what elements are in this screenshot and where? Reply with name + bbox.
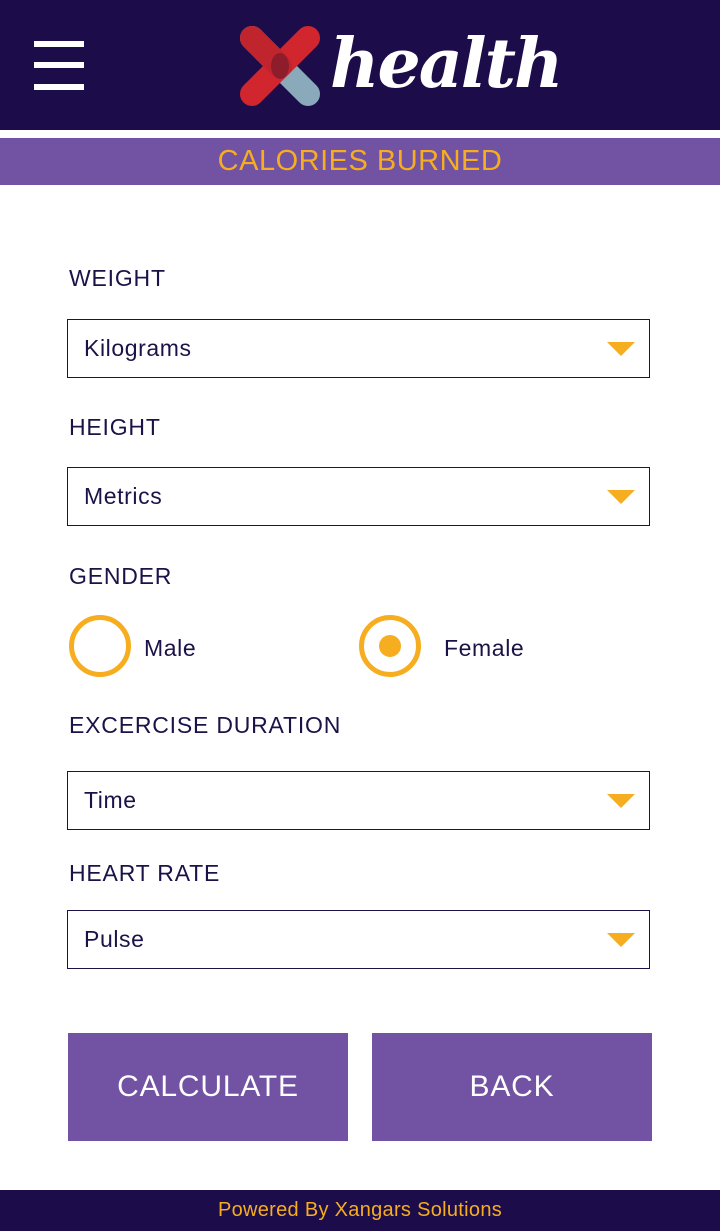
gender-radio-female[interactable]: Female [359,615,559,677]
radio-unchecked-icon [69,615,131,677]
radio-selected-dot [379,635,401,657]
footer: Powered By Xangars Solutions [0,1190,720,1231]
duration-label: EXCERCISE DURATION [69,712,342,738]
page-title: CALORIES BURNED [217,145,503,177]
chevron-down-icon [607,933,635,947]
chevron-down-icon [607,794,635,808]
weight-label: WEIGHT [69,265,166,291]
back-button[interactable]: BACK [372,1033,652,1141]
heart-rate-label: HEART RATE [69,860,221,886]
heart-rate-select-value: Pulse [84,926,145,952]
height-select-value: Metrics [84,483,163,509]
brand-logo: health [230,20,563,112]
chevron-down-icon [607,342,635,356]
page-title-bar: CALORIES BURNED [0,138,720,185]
weight-select-value: Kilograms [84,335,192,361]
gender-label: GENDER [69,563,173,589]
height-label: HEIGHT [69,414,161,440]
duration-select-value: Time [84,787,137,813]
duration-select[interactable]: Time [67,771,650,830]
heart-rate-select[interactable]: Pulse [67,910,650,969]
app-header: health [0,0,720,130]
footer-credit: Powered By Xangars Solutions [217,1199,503,1221]
brand-name: health [330,24,563,104]
gender-radio-male-label: Male [144,635,197,661]
weight-select[interactable]: Kilograms [67,319,650,378]
height-select[interactable]: Metrics [67,467,650,526]
gender-radio-male[interactable]: Male [69,615,269,677]
gender-radio-female-label: Female [444,635,525,661]
x-logo-icon [240,26,320,106]
chevron-down-icon [607,490,635,504]
hamburger-menu-icon[interactable] [34,41,84,90]
calculate-button[interactable]: CALCULATE [68,1033,348,1141]
